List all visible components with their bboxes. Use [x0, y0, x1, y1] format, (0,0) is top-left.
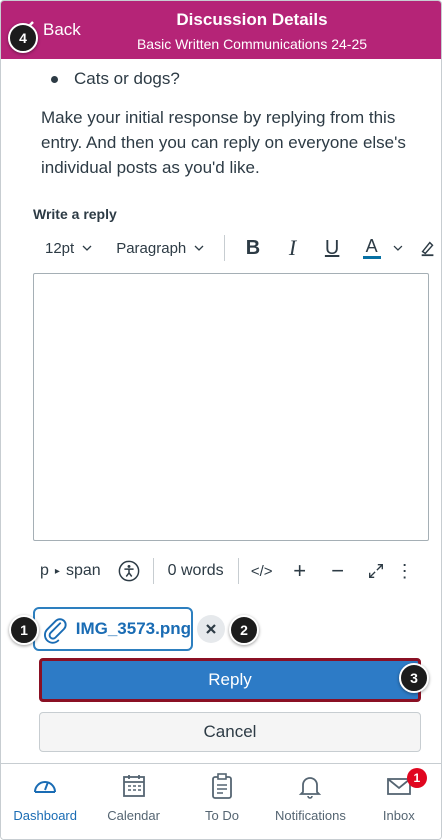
editor-statusbar: p ▸ span 0 words </> + − ⋮ [33, 553, 437, 589]
calendar-icon [122, 775, 145, 797]
attachment-chip[interactable]: IMG_3573.png [33, 607, 193, 651]
expand-icon [368, 564, 383, 578]
tab-todo[interactable]: To Do [178, 764, 266, 839]
html-editor-button[interactable]: </> [243, 553, 281, 589]
tab-label: Dashboard [13, 808, 77, 823]
accessibility-icon [118, 560, 139, 582]
statusbar-divider [237, 558, 239, 584]
app-frame: Back Discussion Details Basic Written Co… [0, 0, 442, 840]
callout-badge-1: 1 [9, 615, 39, 645]
discussion-paragraph: Make your initial response by replying f… [41, 108, 406, 177]
word-count: 0 words [167, 562, 224, 579]
tab-label: Calendar [107, 808, 160, 823]
editor-toolbar: 12pt Paragraph B I U A [33, 230, 441, 266]
block-format-value: Paragraph [116, 239, 187, 257]
bottom-tab-bar: Dashboard Calendar To Do Notifications I… [1, 763, 441, 839]
underline-button[interactable]: U [312, 230, 352, 266]
list-item: Cats or dogs? [41, 69, 180, 89]
reply-editor[interactable] [33, 273, 429, 541]
chevron-down-icon [194, 245, 204, 251]
accessibility-checker-button[interactable] [109, 553, 149, 589]
highlighter-icon [421, 241, 434, 257]
close-icon [206, 624, 216, 634]
chevron-down-icon[interactable] [393, 245, 403, 251]
highlight-button[interactable] [413, 230, 441, 266]
block-format-select[interactable]: Paragraph [104, 240, 216, 257]
todo-icon [212, 773, 232, 799]
tab-calendar[interactable]: Calendar [89, 764, 177, 839]
page-title: Discussion Details [176, 10, 328, 29]
inbox-unread-badge: 1 [406, 768, 427, 788]
text-color-icon: A [362, 236, 381, 259]
callout-badge-3: 3 [399, 663, 429, 693]
tab-label: To Do [205, 808, 239, 823]
more-options-button[interactable]: ⋮ [395, 553, 415, 589]
statusbar-divider [152, 558, 154, 584]
bullet-icon [51, 75, 58, 83]
list-item-text: Cats or dogs? [74, 69, 180, 88]
tab-label: Notifications [275, 808, 346, 823]
text-color-button[interactable]: A [352, 230, 392, 266]
tab-dashboard[interactable]: Dashboard [1, 764, 89, 839]
path-span: span [65, 562, 101, 579]
callout-badge-2: 2 [229, 615, 259, 645]
bell-icon [299, 777, 322, 799]
course-subtitle: Basic Written Communications 24-25 [136, 36, 368, 52]
reply-button[interactable]: Reply [39, 658, 421, 702]
bold-button[interactable]: B [233, 230, 273, 266]
remove-attachment-button[interactable] [197, 615, 225, 643]
dashboard-icon [34, 781, 57, 793]
path-p: p [40, 562, 49, 579]
cancel-button[interactable]: Cancel [39, 712, 421, 752]
path-separator-icon: ▸ [54, 565, 60, 577]
text-color-letter: A [365, 236, 378, 256]
tab-notifications[interactable]: Notifications [266, 764, 354, 839]
tab-inbox[interactable]: Inbox 1 [355, 764, 441, 839]
font-size-value: 12pt [45, 239, 75, 257]
tab-label: Inbox [382, 808, 415, 823]
zoom-out-button[interactable]: − [319, 553, 357, 589]
attachment-filename: IMG_3573.png [75, 619, 191, 638]
back-label: Back [43, 20, 81, 39]
header-bar: Back Discussion Details Basic Written Co… [1, 1, 441, 59]
fullscreen-button[interactable] [357, 553, 395, 589]
element-path[interactable]: p ▸ span [33, 562, 109, 580]
text-color-swatch [362, 256, 381, 259]
italic-button[interactable]: I [273, 230, 313, 266]
write-reply-label: Write a reply [33, 206, 117, 222]
font-size-select[interactable]: 12pt [33, 240, 104, 257]
callout-badge-4: 4 [8, 23, 38, 53]
chevron-down-icon [82, 245, 92, 251]
zoom-in-button[interactable]: + [281, 553, 319, 589]
paperclip-icon [44, 618, 67, 644]
toolbar-divider [224, 235, 226, 261]
